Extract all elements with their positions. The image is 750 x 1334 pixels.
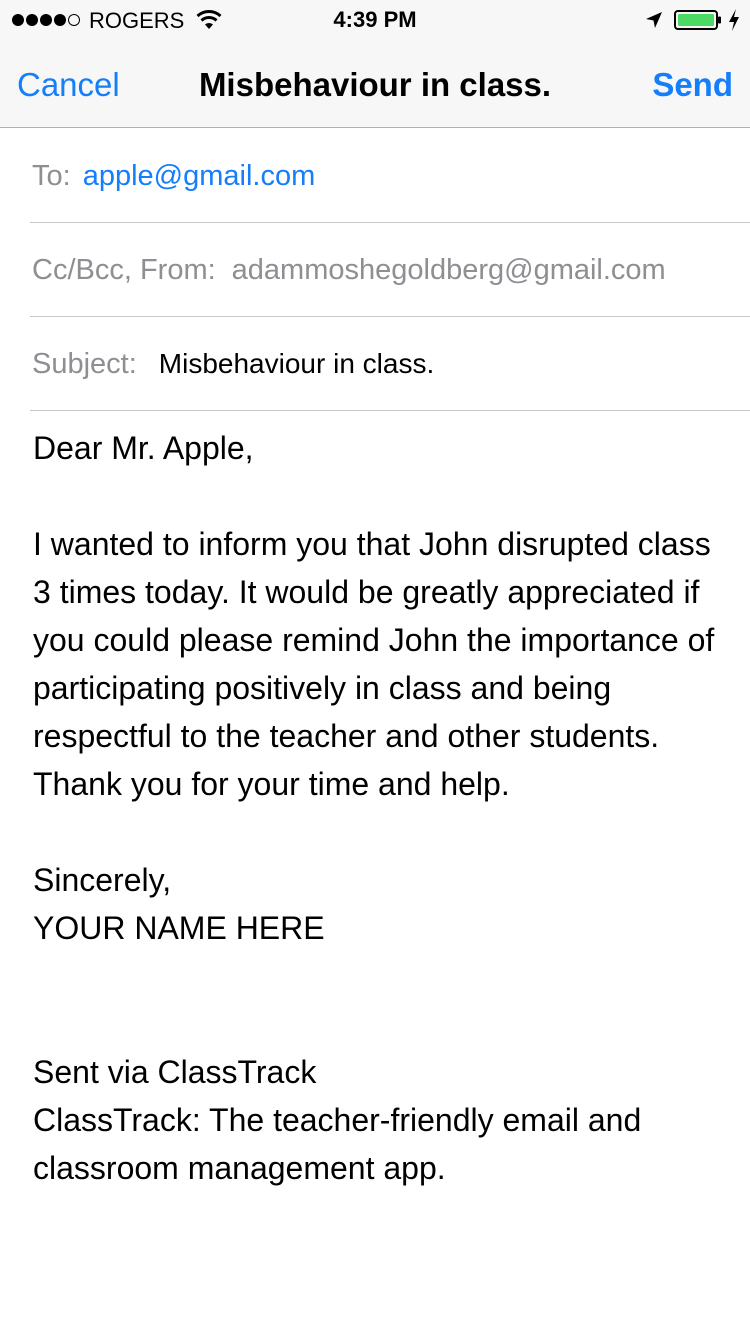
status-time: 4:39 PM — [333, 7, 417, 32]
charging-bolt-icon — [729, 9, 739, 31]
subject-label: Subject: — [32, 347, 137, 380]
send-button[interactable]: Send — [652, 66, 733, 104]
compose-title: Misbehaviour in class. — [198, 66, 552, 103]
cc-bcc-from-label: Cc/Bcc, From: — [32, 253, 216, 286]
to-field[interactable]: To: apple@gmail.com — [0, 129, 750, 223]
message-paragraph: I wanted to inform you that John disrupt… — [33, 526, 715, 802]
mail-compose-screen: ROGERS 4:39 PM Cancel Misbehaviour in cl… — [0, 0, 750, 1334]
navigation-bar: Cancel Misbehaviour in class. Send — [0, 40, 750, 128]
signature-text: YOUR NAME HERE — [33, 910, 325, 946]
to-recipient[interactable]: apple@gmail.com — [83, 160, 316, 193]
message-body[interactable]: Dear Mr. Apple, I wanted to inform you t… — [33, 424, 723, 1192]
status-bar: ROGERS 4:39 PM — [0, 0, 750, 40]
closing-text: Sincerely, — [33, 862, 172, 898]
footer-sent-via: Sent via ClassTrack — [33, 1054, 317, 1090]
cc-bcc-from-field[interactable]: Cc/Bcc, From: adammoshegoldberg@gmail.co… — [0, 223, 750, 317]
greeting-text: Dear Mr. Apple, — [33, 430, 254, 466]
field-divider — [30, 410, 750, 411]
from-address[interactable]: adammoshegoldberg@gmail.com — [232, 254, 666, 287]
battery-icon — [674, 10, 721, 30]
footer-tagline: ClassTrack: The teacher-friendly email a… — [33, 1102, 642, 1186]
subject-field[interactable]: Subject: Misbehaviour in class. — [0, 317, 750, 411]
location-arrow-icon — [646, 12, 662, 28]
subject-input[interactable]: Misbehaviour in class. — [159, 348, 434, 380]
to-label: To: — [32, 159, 71, 192]
